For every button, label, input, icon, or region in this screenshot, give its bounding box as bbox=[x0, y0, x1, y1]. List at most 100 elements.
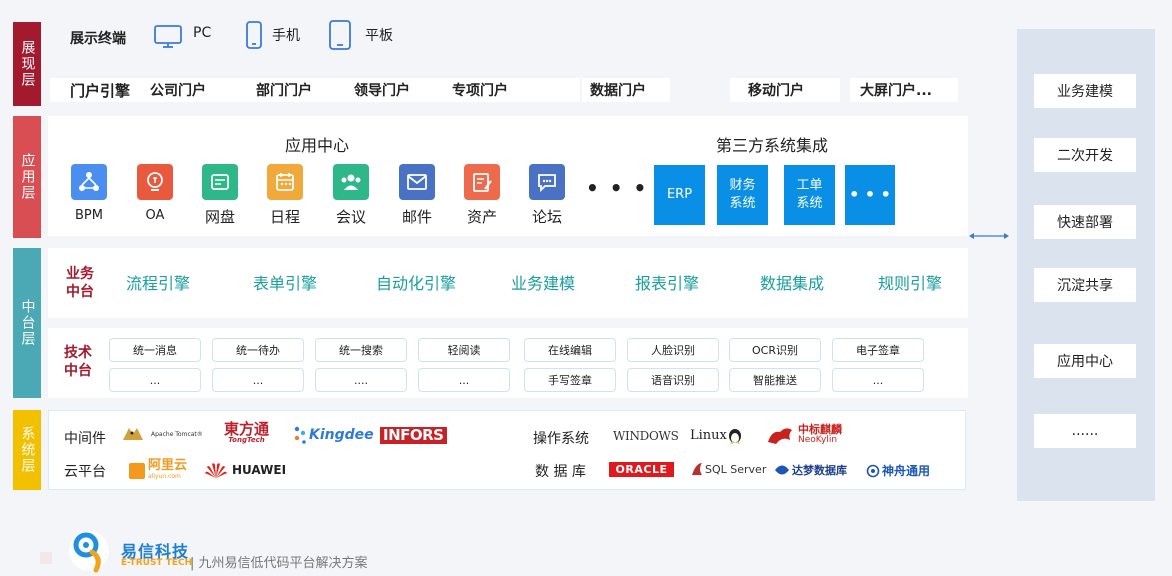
tech-light-read[interactable]: 轻阅读 bbox=[418, 338, 510, 362]
tech-e-signature[interactable]: 电子签章 bbox=[832, 338, 924, 362]
kingdee-icon bbox=[294, 426, 306, 444]
netdisk-icon[interactable] bbox=[202, 164, 238, 200]
calendar-icon[interactable] bbox=[267, 164, 303, 200]
dameng-text: 达梦数据库 bbox=[792, 464, 847, 477]
mail-icon[interactable] bbox=[399, 164, 435, 200]
tech-voice-recognition[interactable]: 语音识别 bbox=[627, 368, 719, 392]
layer-presentation: 展现层 bbox=[13, 22, 41, 106]
sqlserver-text: SQL Server bbox=[705, 462, 767, 476]
footer-brand-en: E-TRUST TECH bbox=[121, 558, 193, 568]
engine-workflow[interactable]: 流程引擎 bbox=[126, 270, 190, 294]
tech-more-5[interactable]: ... bbox=[832, 368, 924, 392]
middleware-label: 中间件 bbox=[64, 431, 106, 447]
tech-face-recognition[interactable]: 人脸识别 bbox=[627, 338, 719, 362]
cloud-label: 云平台 bbox=[64, 464, 106, 480]
app-oa-label: OA bbox=[145, 208, 165, 223]
tongtech-logo: 東方通 TongTech bbox=[224, 422, 269, 446]
huawei-text: HUAWEI bbox=[232, 463, 287, 477]
double-arrow-icon bbox=[969, 233, 1009, 239]
capability-app-center[interactable]: 应用中心 bbox=[1034, 344, 1136, 378]
portal-department: 部门门户 bbox=[256, 83, 313, 99]
app-mail-label: 邮件 bbox=[401, 208, 432, 226]
shenzhou-logo: 神舟通用 bbox=[866, 462, 930, 479]
app-center-title: 应用中心 bbox=[285, 136, 350, 155]
aliyun-icon bbox=[129, 462, 145, 479]
portal-mobile: 移动门户 bbox=[748, 83, 804, 99]
portal-screen-box: 大屏门户... bbox=[850, 78, 958, 102]
oracle-logo: ORACLE bbox=[609, 462, 674, 477]
kingdee-text: Kingdee bbox=[309, 427, 374, 443]
portal-company: 公司门户 bbox=[150, 83, 207, 99]
engine-data-integration[interactable]: 数据集成 bbox=[760, 270, 824, 294]
tech-more-3[interactable]: .... bbox=[315, 368, 407, 392]
tech-unified-todo[interactable]: 统一待办 bbox=[212, 338, 304, 362]
huawei-logo: HUAWEI bbox=[204, 461, 286, 479]
engine-automation[interactable]: 自动化引擎 bbox=[376, 270, 456, 294]
oa-icon[interactable] bbox=[137, 164, 173, 200]
layer-application: 应用层 bbox=[13, 116, 41, 238]
tech-more-4[interactable]: ... bbox=[418, 368, 510, 392]
kingdee-logo: Kingdee bbox=[293, 425, 374, 445]
tux-icon bbox=[728, 429, 741, 444]
capability-secondary-dev[interactable]: 二次开发 bbox=[1034, 138, 1136, 172]
tomcat-logo: Apache Tomcat® bbox=[121, 424, 203, 444]
third-party-erp[interactable]: ERP bbox=[654, 165, 705, 225]
tech-middle-label: 技术中台 bbox=[64, 345, 92, 379]
business-middle-label: 业务中台 bbox=[66, 266, 94, 300]
linux-text: Linux bbox=[690, 427, 727, 443]
tech-online-edit[interactable]: 在线编辑 bbox=[524, 338, 616, 362]
tongtech-en: TongTech bbox=[228, 436, 265, 444]
meeting-icon[interactable] bbox=[333, 164, 369, 200]
engine-modeling[interactable]: 业务建模 bbox=[511, 270, 575, 294]
app-asset-label: 资产 bbox=[466, 208, 497, 226]
tech-unified-message[interactable]: 统一消息 bbox=[109, 338, 201, 362]
app-forum-label: 论坛 bbox=[531, 208, 562, 226]
footer-square bbox=[40, 552, 52, 564]
tech-handwritten-signature[interactable]: 手写签章 bbox=[524, 368, 616, 392]
sqlserver-icon bbox=[692, 463, 702, 475]
layer-application-label: 应用层 bbox=[19, 153, 36, 201]
tablet-icon bbox=[329, 20, 351, 50]
tomcat-text: Apache Tomcat® bbox=[151, 430, 203, 438]
third-party-ticket[interactable]: 工单系统 bbox=[784, 165, 835, 225]
os-label: 操作系统 bbox=[533, 431, 589, 447]
sqlserver-logo: SQL Server bbox=[690, 461, 766, 477]
terminals-label: 展示终端 bbox=[70, 31, 126, 47]
tech-unified-search[interactable]: 统一搜索 bbox=[315, 338, 407, 362]
phone-icon bbox=[246, 21, 262, 49]
capability-fast-deploy[interactable]: 快速部署 bbox=[1034, 205, 1136, 239]
tech-ocr[interactable]: OCR识别 bbox=[729, 338, 821, 362]
aliyun-text-group: 阿里云 aliyun.com bbox=[148, 458, 188, 481]
capability-modeling[interactable]: 业务建模 bbox=[1034, 74, 1136, 108]
engine-form[interactable]: 表单引擎 bbox=[253, 270, 317, 294]
aliyun-cn: 阿里云 bbox=[148, 458, 188, 473]
capability-share[interactable]: 沉淀共享 bbox=[1034, 268, 1136, 302]
neokylin-icon bbox=[768, 428, 792, 444]
bpm-icon[interactable] bbox=[71, 164, 107, 200]
app-bpm-label: BPM bbox=[75, 208, 103, 223]
engine-rule[interactable]: 规则引擎 bbox=[878, 270, 942, 294]
third-party-finance[interactable]: 财务系统 bbox=[717, 165, 768, 225]
asset-icon[interactable] bbox=[464, 164, 500, 200]
engine-report[interactable]: 报表引擎 bbox=[635, 270, 699, 294]
tech-smart-push[interactable]: 智能推送 bbox=[729, 368, 821, 392]
forum-icon[interactable] bbox=[529, 164, 565, 200]
third-party-more[interactable]: • • • bbox=[845, 165, 895, 225]
portal-engine: 门户引擎 bbox=[70, 81, 131, 100]
terminal-phone: 手机 bbox=[272, 28, 300, 44]
terminal-pc: PC bbox=[193, 25, 212, 41]
portal-data-box: 数据门户 bbox=[582, 78, 670, 102]
shenzhou-icon bbox=[866, 464, 880, 477]
tech-more-1[interactable]: ... bbox=[109, 368, 201, 392]
terminal-tablet: 平板 bbox=[365, 28, 393, 44]
tech-more-2[interactable]: ... bbox=[212, 368, 304, 392]
layer-system: 系统层 bbox=[13, 410, 41, 490]
portal-leader: 领导门户 bbox=[354, 83, 411, 99]
neokylin-logo: 中标麒麟 NeoKylin bbox=[766, 424, 842, 446]
tomcat-icon bbox=[123, 428, 143, 440]
footer-slogan: | 九州易信低代码平台解决方案 bbox=[190, 556, 368, 571]
portal-mobile-box: 移动门户 bbox=[730, 78, 840, 102]
capability-more[interactable]: ...... bbox=[1034, 414, 1136, 448]
pc-icon bbox=[154, 25, 182, 48]
portal-group-main: 门户引擎 公司门户 部门门户 领导门户 专项门户 bbox=[50, 78, 580, 102]
